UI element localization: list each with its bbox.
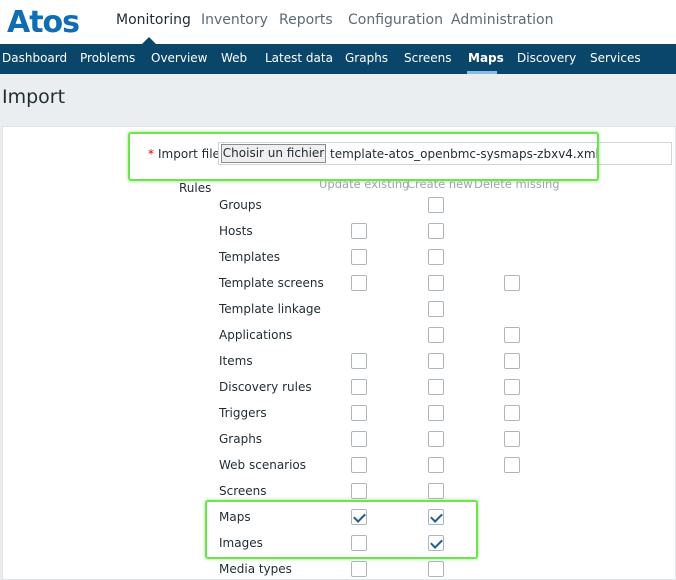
subnav-services[interactable]: Services	[590, 51, 641, 65]
page-title: Import	[2, 86, 66, 108]
checkbox-triggers-delete[interactable]	[504, 405, 520, 421]
checkbox-maps-create[interactable]	[428, 509, 444, 525]
rule-label-groups: Groups	[219, 198, 262, 212]
subnav-overview[interactable]: Overview	[151, 51, 208, 65]
checkbox-screens-create[interactable]	[428, 483, 444, 499]
menu-administration[interactable]: Administration	[451, 12, 553, 28]
column-header-delete-missing: Delete missing	[474, 177, 560, 191]
rule-label-images: Images	[219, 536, 263, 550]
checkbox-template-screens-delete[interactable]	[504, 275, 520, 291]
checkbox-groups-create[interactable]	[428, 197, 444, 213]
checkbox-templates-create[interactable]	[428, 249, 444, 265]
rule-label-items: Items	[219, 354, 253, 368]
menu-monitoring[interactable]: Monitoring	[116, 12, 191, 28]
subnav-dashboard[interactable]: Dashboard	[2, 51, 67, 65]
choose-file-button[interactable]: Choisir un fichier	[221, 144, 326, 163]
checkbox-hosts-create[interactable]	[428, 223, 444, 239]
active-tab-underline	[467, 71, 497, 74]
rules-label: Rules	[179, 181, 212, 195]
import-form-panel	[2, 126, 676, 580]
import-file-label: * Import file	[148, 147, 220, 161]
subnav-discovery[interactable]: Discovery	[517, 51, 576, 65]
checkbox-discovery-rules-update[interactable]	[351, 379, 367, 395]
column-header-update-existing: Update existing	[319, 177, 410, 191]
rule-label-triggers: Triggers	[219, 406, 267, 420]
checkbox-images-create[interactable]	[428, 535, 444, 551]
subnav-maps[interactable]: Maps	[468, 51, 504, 65]
checkbox-template-screens-update[interactable]	[351, 275, 367, 291]
import-file-label-text: Import file	[158, 147, 220, 161]
rule-label-discovery-rules: Discovery rules	[219, 380, 312, 394]
checkbox-template-linkage-create[interactable]	[428, 301, 444, 317]
checkbox-templates-update[interactable]	[351, 249, 367, 265]
rule-label-screens: Screens	[219, 484, 267, 498]
checkbox-maps-update[interactable]	[351, 509, 367, 525]
checkbox-discovery-rules-delete[interactable]	[504, 379, 520, 395]
rule-label-media-types: Media types	[219, 562, 292, 576]
top-bar: Atos Monitoring Inventory Reports Config…	[0, 0, 676, 44]
checkbox-items-create[interactable]	[428, 353, 444, 369]
selected-file-name: template-atos_openbmc-sysmaps-zbxv4.xml	[330, 147, 599, 161]
checkbox-hosts-update[interactable]	[351, 223, 367, 239]
checkbox-screens-update[interactable]	[351, 483, 367, 499]
checkbox-triggers-update[interactable]	[351, 405, 367, 421]
checkbox-applications-create[interactable]	[428, 327, 444, 343]
checkbox-items-delete[interactable]	[504, 353, 520, 369]
checkbox-graphs-update[interactable]	[351, 431, 367, 447]
subnav-screens[interactable]: Screens	[404, 51, 452, 65]
checkbox-discovery-rules-create[interactable]	[428, 379, 444, 395]
rule-label-template-screens: Template screens	[219, 276, 324, 290]
checkbox-images-update[interactable]	[351, 535, 367, 551]
rule-label-template-linkage: Template linkage	[219, 302, 321, 316]
rule-label-graphs: Graphs	[219, 432, 263, 446]
subnav-graphs[interactable]: Graphs	[345, 51, 388, 65]
checkbox-triggers-create[interactable]	[428, 405, 444, 421]
rule-label-web-scenarios: Web scenarios	[219, 458, 307, 472]
checkbox-items-update[interactable]	[351, 353, 367, 369]
checkbox-web-scenarios-create[interactable]	[428, 457, 444, 473]
checkbox-template-screens-create[interactable]	[428, 275, 444, 291]
rule-label-applications: Applications	[219, 328, 293, 342]
subnav-web[interactable]: Web	[221, 51, 247, 65]
required-star: *	[148, 147, 154, 161]
menu-reports[interactable]: Reports	[279, 12, 333, 28]
sub-navigation: Dashboard Problems Overview Web Latest d…	[0, 44, 676, 74]
subnav-problems[interactable]: Problems	[80, 51, 135, 65]
checkbox-applications-delete[interactable]	[504, 327, 520, 343]
checkbox-web-scenarios-update[interactable]	[351, 457, 367, 473]
checkbox-graphs-delete[interactable]	[504, 431, 520, 447]
rule-label-maps: Maps	[219, 510, 251, 524]
checkbox-media-types-update[interactable]	[351, 561, 367, 577]
menu-configuration[interactable]: Configuration	[348, 12, 443, 28]
rule-label-hosts: Hosts	[219, 224, 253, 238]
menu-inventory[interactable]: Inventory	[201, 12, 268, 28]
checkbox-graphs-create[interactable]	[428, 431, 444, 447]
rule-label-templates: Templates	[219, 250, 281, 264]
checkbox-web-scenarios-delete[interactable]	[504, 457, 520, 473]
subnav-latest-data[interactable]: Latest data	[265, 51, 333, 65]
active-menu-pointer	[142, 37, 156, 44]
checkbox-media-types-create[interactable]	[428, 561, 444, 577]
column-header-create-new: Create new	[407, 177, 473, 191]
atos-logo[interactable]: Atos	[7, 6, 80, 40]
